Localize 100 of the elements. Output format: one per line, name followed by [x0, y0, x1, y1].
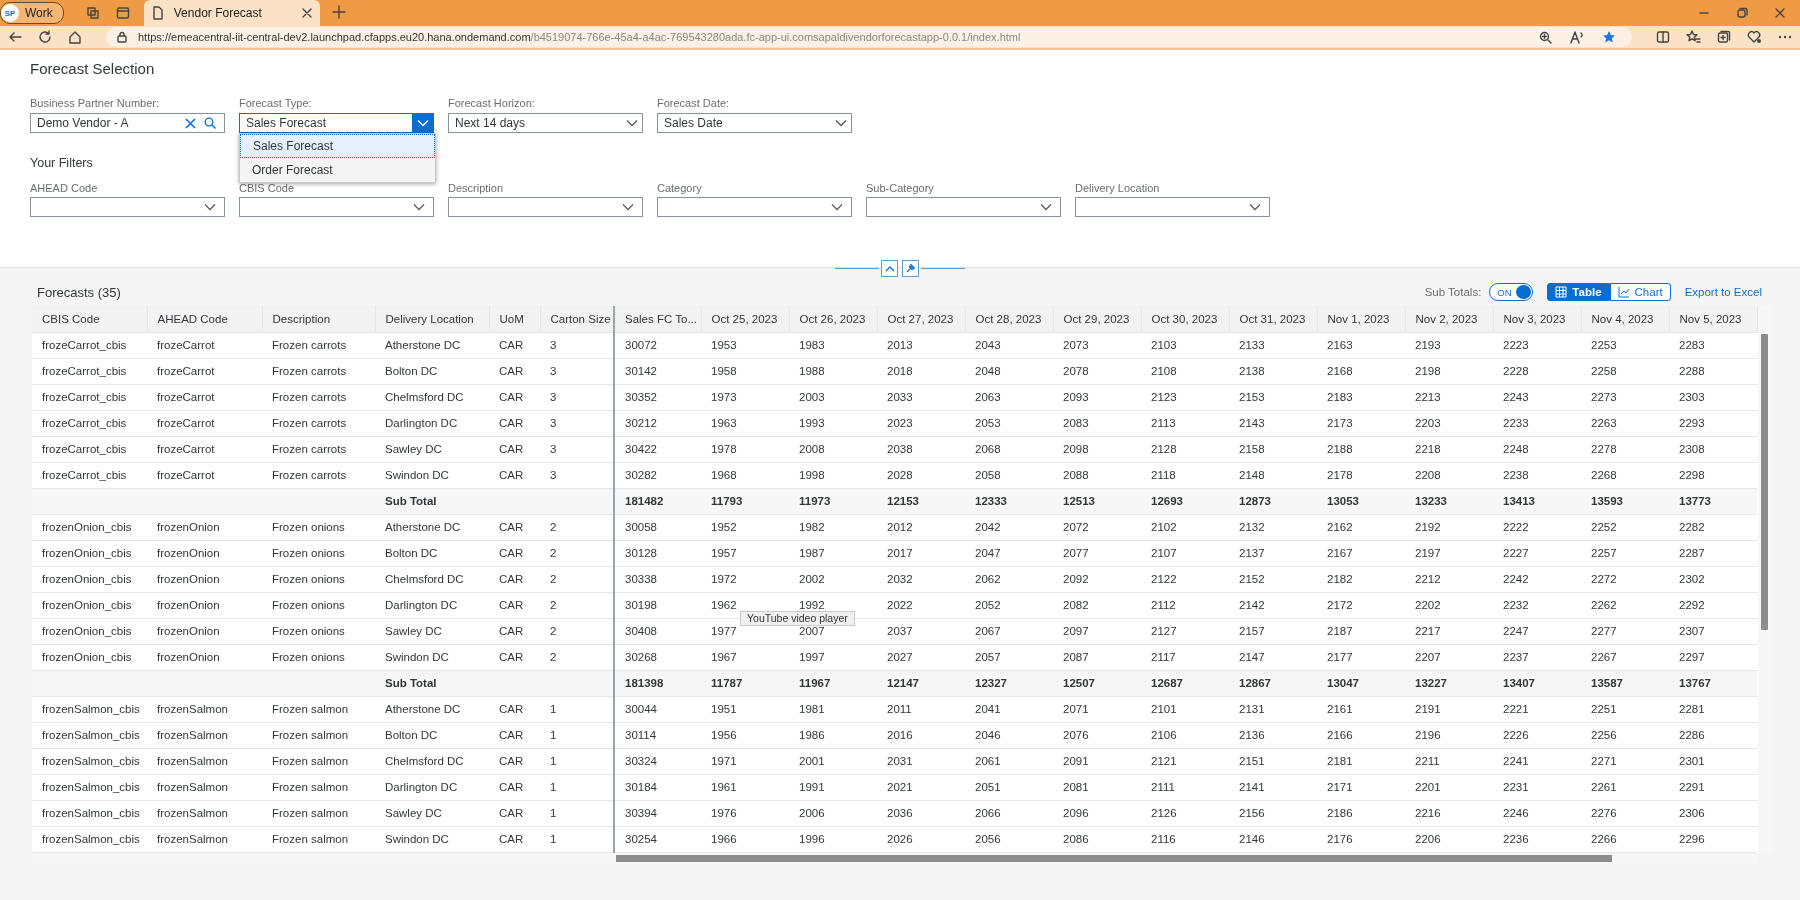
table-cell: 2146	[1229, 826, 1317, 852]
column-header[interactable]: Nov 3, 2023	[1493, 306, 1581, 332]
table-cell: 2197	[1405, 540, 1493, 566]
table-cell: frozeCarrot	[147, 358, 262, 384]
column-header[interactable]: Description	[262, 306, 375, 332]
dropdown-field[interactable]	[866, 197, 1061, 217]
chevron-down-icon	[1040, 203, 1052, 211]
workspaces-icon[interactable]	[85, 6, 100, 20]
table-cell: 2198	[1405, 358, 1493, 384]
column-header[interactable]: CBIS Code	[32, 306, 147, 332]
restore-icon[interactable]	[1736, 7, 1748, 19]
export-link[interactable]: Export to Excel	[1684, 286, 1762, 298]
view-toggle-button[interactable]: Table	[1547, 283, 1610, 301]
table-cell: 1951	[701, 696, 789, 722]
profile-button[interactable]: SP Work	[0, 2, 64, 24]
dropdown-field[interactable]	[1075, 197, 1270, 217]
pin-button[interactable]	[902, 259, 919, 277]
table-cell: 2166	[1317, 722, 1405, 748]
table-cell: 2238	[1493, 462, 1581, 488]
table-cell: 2068	[965, 436, 1053, 462]
dropdown-option[interactable]: Order Forecast	[240, 158, 435, 182]
column-header[interactable]: Oct 27, 2023	[877, 306, 965, 332]
table-cell: Frozen salmon	[262, 722, 375, 748]
column-header[interactable]: Oct 31, 2023	[1229, 306, 1317, 332]
dropdown-field[interactable]: Sales Date	[657, 113, 852, 133]
table-cell: 2108	[1141, 358, 1229, 384]
table-cell: 30352	[614, 384, 701, 410]
table-cell: 2143	[1229, 410, 1317, 436]
table-cell: 13053	[1317, 488, 1405, 514]
column-header[interactable]: Oct 26, 2023	[789, 306, 877, 332]
table-cell: 2278	[1581, 436, 1669, 462]
table-cell: Frozen salmon	[262, 748, 375, 774]
table-cell: 2033	[877, 384, 965, 410]
favorites-icon[interactable]	[1686, 30, 1701, 44]
toggle-switch[interactable]: ON	[1489, 283, 1534, 301]
table-cell: 13773	[1669, 488, 1757, 514]
dropdown-field[interactable]	[448, 197, 643, 217]
table-cell: 2223	[1493, 332, 1581, 358]
column-header[interactable]: Nov 1, 2023	[1317, 306, 1405, 332]
column-header[interactable]: Sales FC To...	[614, 306, 701, 332]
read-aloud-icon[interactable]	[1570, 30, 1584, 44]
table-cell: 3	[540, 410, 614, 436]
dropdown-option[interactable]: Sales Forecast	[240, 134, 435, 158]
table-cell: 1	[540, 748, 614, 774]
dropdown-field[interactable]: Sales Forecast	[239, 113, 434, 133]
table-cell: frozenSalmon_cbis	[32, 748, 147, 774]
collections-icon[interactable]	[1717, 30, 1731, 44]
table-cell: 12507	[1053, 670, 1141, 696]
table-cell: Chelmsford DC	[375, 566, 489, 592]
column-header[interactable]: Oct 30, 2023	[1141, 306, 1229, 332]
lock-icon[interactable]	[116, 31, 128, 43]
heart-icon[interactable]	[1747, 30, 1762, 44]
table-cell: frozenOnion_cbis	[32, 514, 147, 540]
dropdown-field[interactable]	[30, 197, 225, 217]
table-cell: frozeCarrot_cbis	[32, 462, 147, 488]
table-cell: 2153	[1229, 384, 1317, 410]
column-header[interactable]: Nov 2, 2023	[1405, 306, 1493, 332]
table-cell: 30394	[614, 800, 701, 826]
zoom-icon[interactable]	[1539, 30, 1552, 44]
table-cell: frozenOnion_cbis	[32, 644, 147, 670]
column-header[interactable]: Nov 4, 2023	[1581, 306, 1669, 332]
home-icon[interactable]	[68, 30, 82, 44]
column-header[interactable]: Nov 5, 2023	[1669, 306, 1757, 332]
table-cell: Swindon DC	[375, 462, 489, 488]
chevron-down-icon	[622, 203, 634, 211]
close-icon[interactable]	[1774, 7, 1786, 19]
column-header[interactable]: Oct 29, 2023	[1053, 306, 1141, 332]
refresh-icon[interactable]	[38, 30, 52, 44]
browser-tab[interactable]: Vendor Forecast	[143, 0, 320, 26]
back-icon[interactable]	[8, 30, 22, 44]
column-header[interactable]: Oct 25, 2023	[701, 306, 789, 332]
collapse-button[interactable]	[881, 259, 898, 277]
table-cell: frozenOnion	[147, 644, 262, 670]
search-field[interactable]: Demo Vendor - A	[30, 113, 225, 133]
scrollbar-thumb[interactable]	[1760, 334, 1768, 630]
clear-icon[interactable]	[185, 117, 196, 129]
field-label: Sub-Category	[866, 181, 934, 195]
table-cell: 2026	[877, 826, 965, 852]
table-cell: 2103	[1141, 332, 1229, 358]
table-cell: 2028	[877, 462, 965, 488]
column-header[interactable]: Carton Size	[540, 306, 614, 332]
column-header[interactable]: UoM	[489, 306, 540, 332]
table-cell: 2193	[1405, 332, 1493, 358]
column-header[interactable]: AHEAD Code	[147, 306, 262, 332]
star-icon[interactable]	[1602, 30, 1616, 44]
split-screen-icon[interactable]	[1656, 30, 1670, 44]
column-header[interactable]: Oct 28, 2023	[965, 306, 1053, 332]
table-cell: 2022	[877, 592, 965, 618]
new-tab-icon[interactable]	[331, 4, 346, 19]
dropdown-field[interactable]	[657, 197, 852, 217]
tab-actions-icon[interactable]	[115, 6, 130, 20]
column-header[interactable]: Delivery Location	[375, 306, 489, 332]
search-icon[interactable]	[204, 117, 216, 129]
table-cell: frozenOnion	[147, 514, 262, 540]
close-icon[interactable]	[301, 8, 312, 18]
dropdown-field[interactable]	[239, 197, 434, 217]
view-toggle-button[interactable]: Chart	[1609, 283, 1671, 301]
scrollbar-thumb[interactable]	[616, 854, 1612, 862]
table-cell: 2121	[1141, 748, 1229, 774]
dropdown-field[interactable]: Next 14 days	[448, 113, 643, 133]
